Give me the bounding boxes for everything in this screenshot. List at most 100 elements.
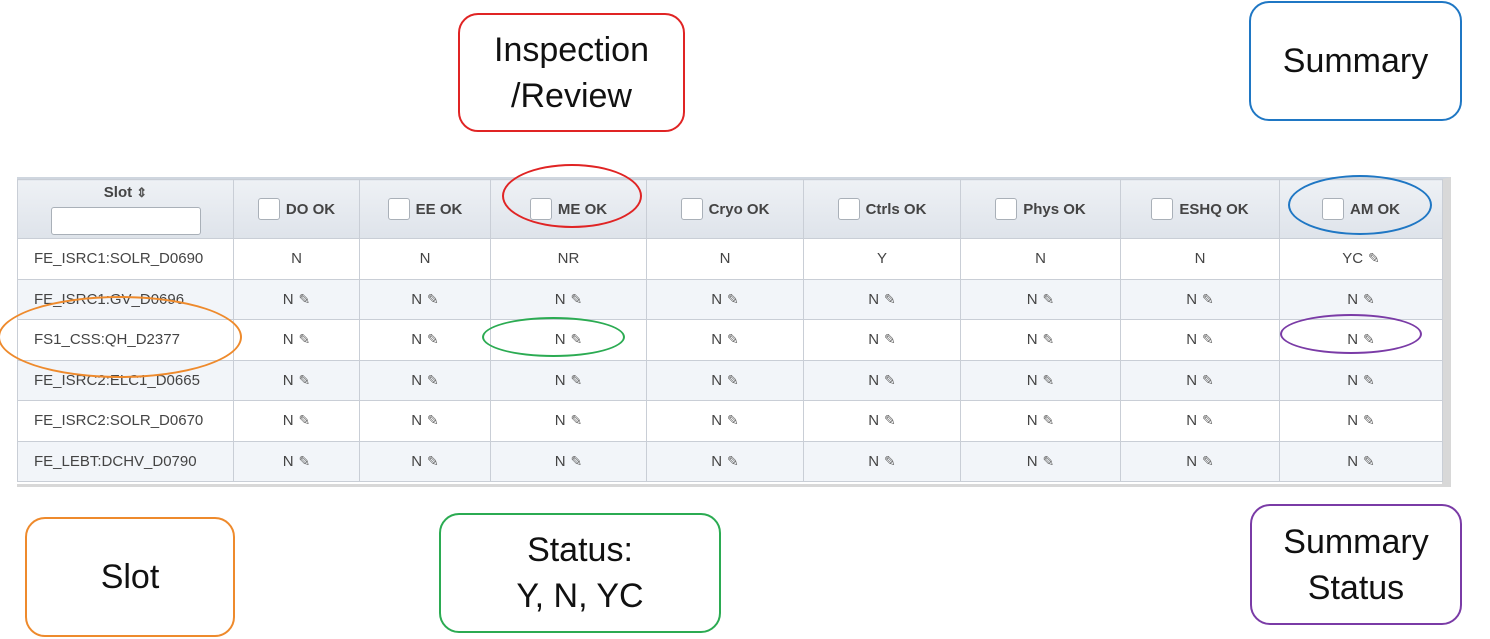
slot-cell[interactable]: FE_ISRC2:ELC1_D0665 [17, 359, 234, 401]
table-row[interactable]: FE_LEBT:DCHV_D0790 N ✎ N ✎ N ✎ N ✎ N ✎ N ✎ N ✎ N ✎ [17, 440, 1443, 482]
status-cell[interactable]: N ✎ [233, 278, 360, 320]
status-cell[interactable]: N ✎ [1120, 359, 1280, 401]
edit-icon[interactable]: ✎ [299, 291, 311, 308]
table-row[interactable]: FE_ISRC1:SOLR_D0690 N N NR N Y N N YC ✎ [17, 238, 1443, 280]
edit-icon[interactable]: ✎ [727, 291, 739, 308]
edit-icon[interactable]: ✎ [1202, 331, 1214, 348]
edit-icon[interactable]: ✎ [427, 412, 439, 429]
status-cell[interactable]: N ✎ [646, 400, 804, 442]
status-cell[interactable]: N ✎ [359, 400, 491, 442]
edit-icon[interactable]: ✎ [427, 291, 439, 308]
slot-cell[interactable]: FE_ISRC1:GV_D0696 [17, 278, 234, 320]
edit-icon[interactable]: ✎ [1363, 291, 1375, 308]
edit-icon[interactable]: ✎ [299, 372, 311, 389]
sort-icon[interactable]: ⇕ [136, 185, 147, 200]
slot-column-header[interactable]: Slot ⇕ [17, 179, 234, 239]
status-cell[interactable]: N ✎ [960, 278, 1121, 320]
status-cell[interactable]: N ✎ [359, 278, 491, 320]
status-cell[interactable]: N ✎ [803, 400, 961, 442]
status-cell[interactable]: N ✎ [490, 359, 647, 401]
edit-icon[interactable]: ✎ [1043, 453, 1055, 470]
checkbox-icon[interactable] [1322, 198, 1344, 220]
edit-icon[interactable]: ✎ [1202, 453, 1214, 470]
checkbox-icon[interactable] [1151, 198, 1174, 220]
status-cell[interactable]: N ✎ [803, 440, 961, 482]
edit-icon[interactable]: ✎ [299, 412, 311, 429]
edit-icon[interactable]: ✎ [884, 412, 896, 429]
edit-icon[interactable]: ✎ [1363, 412, 1375, 429]
status-cell[interactable]: N ✎ [233, 319, 360, 361]
edit-icon[interactable]: ✎ [571, 453, 583, 470]
status-cell[interactable]: N ✎ [803, 278, 961, 320]
edit-icon[interactable]: ✎ [884, 291, 896, 308]
status-cell[interactable]: N ✎ [233, 359, 360, 401]
edit-icon[interactable]: ✎ [1368, 250, 1380, 267]
table-row[interactable]: FE_ISRC2:ELC1_D0665 N ✎ N ✎ N ✎ N ✎ N ✎ N ✎ N ✎ N ✎ [17, 359, 1443, 401]
status-cell[interactable]: N ✎ [646, 319, 804, 361]
status-cell[interactable]: N ✎ [1279, 359, 1443, 401]
edit-icon[interactable]: ✎ [1202, 291, 1214, 308]
edit-icon[interactable]: ✎ [427, 331, 439, 348]
edit-icon[interactable]: ✎ [571, 331, 583, 348]
edit-icon[interactable]: ✎ [1202, 412, 1214, 429]
status-cell[interactable]: N ✎ [1279, 278, 1443, 320]
edit-icon[interactable]: ✎ [1043, 372, 1055, 389]
status-cell[interactable]: N ✎ [233, 400, 360, 442]
status-cell[interactable]: N ✎ [490, 440, 647, 482]
checkbox-icon[interactable] [680, 198, 703, 220]
edit-icon[interactable]: ✎ [1202, 372, 1214, 389]
table-row[interactable]: FS1_CSS:QH_D2377 N ✎ N ✎ N ✎ N ✎ N ✎ N ✎ N ✎ N ✎ [17, 319, 1443, 361]
edit-icon[interactable]: ✎ [884, 372, 896, 389]
edit-icon[interactable]: ✎ [427, 453, 439, 470]
status-cell[interactable]: N ✎ [646, 359, 804, 401]
checkbox-icon[interactable] [995, 198, 1018, 220]
status-cell[interactable]: N ✎ [490, 400, 647, 442]
checkbox-icon[interactable] [387, 198, 410, 220]
status-cell[interactable]: N ✎ [1279, 400, 1443, 442]
slot-cell[interactable]: FS1_CSS:QH_D2377 [17, 319, 234, 361]
status-cell[interactable]: N ✎ [1279, 440, 1443, 482]
checkbox-icon[interactable] [529, 198, 552, 220]
edit-icon[interactable]: ✎ [1043, 412, 1055, 429]
slot-cell[interactable]: FE_ISRC1:SOLR_D0690 [17, 238, 234, 280]
slot-filter-input[interactable] [50, 206, 201, 235]
status-cell[interactable]: N ✎ [646, 278, 804, 320]
edit-icon[interactable]: ✎ [427, 372, 439, 389]
status-cell[interactable]: N ✎ [1120, 440, 1280, 482]
edit-icon[interactable]: ✎ [727, 331, 739, 348]
edit-icon[interactable]: ✎ [884, 331, 896, 348]
checkbox-icon[interactable] [837, 198, 860, 220]
status-cell[interactable]: N ✎ [803, 319, 961, 361]
status-cell[interactable]: N ✎ [490, 278, 647, 320]
edit-icon[interactable]: ✎ [299, 331, 311, 348]
status-cell[interactable]: N ✎ [960, 400, 1121, 442]
status-cell[interactable]: N ✎ [359, 319, 491, 361]
edit-icon[interactable]: ✎ [1363, 372, 1375, 389]
status-cell[interactable]: N ✎ [1120, 400, 1280, 442]
status-cell[interactable]: N ✎ [490, 319, 647, 361]
slot-cell[interactable]: FE_ISRC2:SOLR_D0670 [17, 400, 234, 442]
status-cell[interactable]: N ✎ [960, 359, 1121, 401]
status-cell[interactable]: N ✎ [1279, 319, 1443, 361]
status-cell[interactable]: N ✎ [1120, 278, 1280, 320]
edit-icon[interactable]: ✎ [727, 372, 739, 389]
table-row[interactable]: FE_ISRC1:GV_D0696 N ✎ N ✎ N ✎ N ✎ N ✎ N ✎ N ✎ N ✎ [17, 278, 1443, 320]
edit-icon[interactable]: ✎ [571, 412, 583, 429]
edit-icon[interactable]: ✎ [884, 453, 896, 470]
status-cell[interactable]: N ✎ [1120, 319, 1280, 361]
status-cell[interactable]: N ✎ [646, 440, 804, 482]
status-cell[interactable]: N ✎ [803, 359, 961, 401]
edit-icon[interactable]: ✎ [299, 453, 311, 470]
table-row[interactable]: FE_ISRC2:SOLR_D0670 N ✎ N ✎ N ✎ N ✎ N ✎ N ✎ N ✎ N ✎ [17, 400, 1443, 442]
status-cell[interactable]: N ✎ [359, 440, 491, 482]
slot-cell[interactable]: FE_LEBT:DCHV_D0790 [17, 440, 234, 482]
edit-icon[interactable]: ✎ [1043, 291, 1055, 308]
edit-icon[interactable]: ✎ [1363, 453, 1375, 470]
status-cell[interactable]: N ✎ [233, 440, 360, 482]
status-cell[interactable]: YC ✎ [1279, 238, 1443, 280]
status-cell[interactable]: N ✎ [960, 440, 1121, 482]
edit-icon[interactable]: ✎ [571, 291, 583, 308]
edit-icon[interactable]: ✎ [1043, 331, 1055, 348]
edit-icon[interactable]: ✎ [1363, 331, 1375, 348]
status-cell[interactable]: N ✎ [359, 359, 491, 401]
